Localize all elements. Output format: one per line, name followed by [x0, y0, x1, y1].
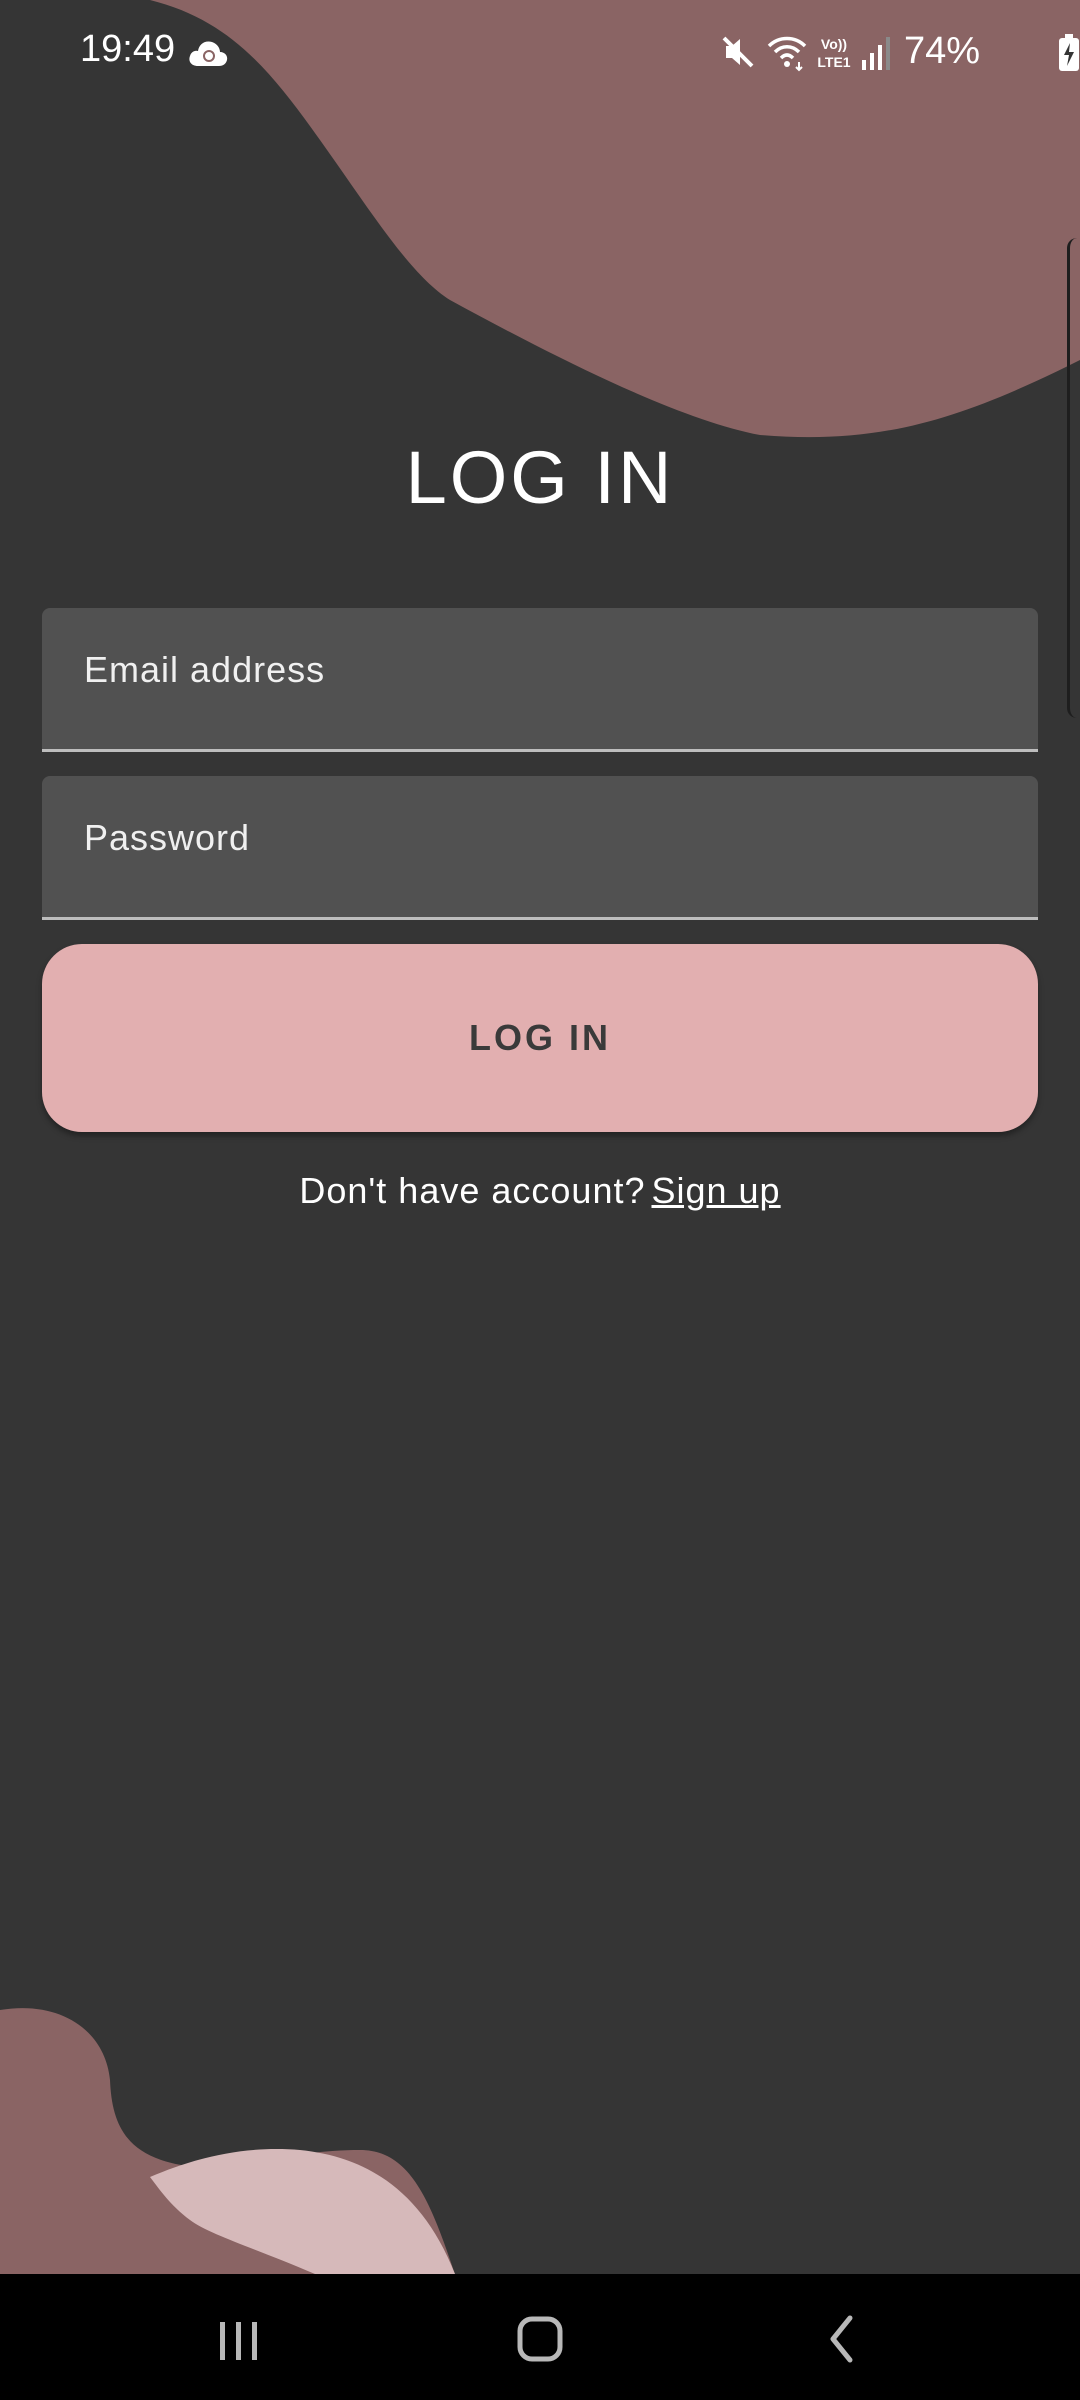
battery-percentage: 74%: [904, 30, 981, 72]
signup-row: Don't have account? Sign up: [0, 1170, 1080, 1212]
status-time: 19:49: [80, 28, 176, 70]
home-icon[interactable]: [495, 2302, 585, 2372]
wifi-icon: [767, 36, 807, 72]
volte-icon: Vo)) LTE1: [817, 36, 850, 70]
email-input[interactable]: [42, 608, 1038, 749]
svg-text:Vo)): Vo)): [821, 36, 847, 52]
mute-icon: [722, 36, 754, 68]
status-bar: 19:49 Vo)) LTE1 74%: [0, 0, 1080, 110]
email-field[interactable]: [42, 608, 1038, 752]
page-title: LOG IN: [405, 436, 675, 519]
signup-prompt: Don't have account?: [299, 1170, 646, 1211]
status-icons: Vo)) LTE1: [680, 30, 1080, 80]
password-input[interactable]: [42, 776, 1038, 917]
signal-icon: [862, 37, 890, 70]
battery-charging-icon: [1059, 34, 1079, 71]
cloud-sync-icon: [189, 41, 228, 66]
recents-icon[interactable]: [193, 2302, 283, 2372]
back-icon[interactable]: [797, 2302, 887, 2372]
login-button[interactable]: LOG IN: [42, 944, 1038, 1132]
navigation-bar: [0, 2274, 1080, 2400]
signup-link[interactable]: Sign up: [651, 1170, 780, 1211]
svg-text:LTE1: LTE1: [817, 54, 850, 70]
password-field[interactable]: [42, 776, 1038, 920]
